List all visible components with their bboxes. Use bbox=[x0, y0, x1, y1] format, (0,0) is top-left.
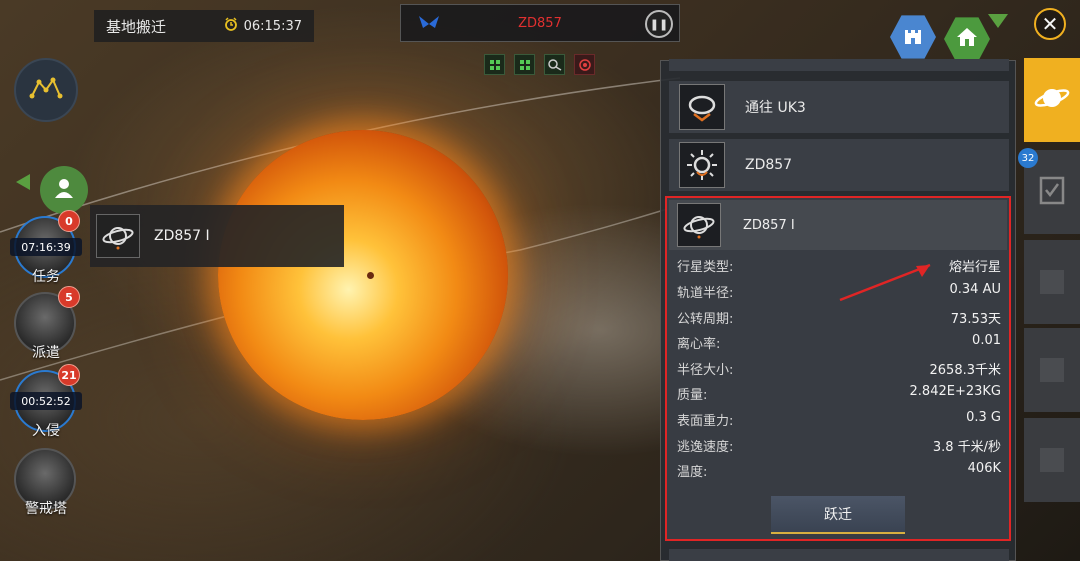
sidebar-item-label: 任务 bbox=[32, 269, 60, 285]
constellation-icon bbox=[29, 74, 63, 106]
status-icons bbox=[484, 54, 595, 75]
attribute-value: 73.53天 bbox=[950, 312, 1001, 327]
attribute-value: 3.8 千米/秒 bbox=[932, 440, 1001, 455]
castle-icon bbox=[902, 24, 924, 50]
close-icon: ✕ bbox=[1041, 12, 1059, 36]
mission-timer: 06:15:37 bbox=[224, 17, 302, 35]
tasks-badge: 32 bbox=[1018, 148, 1038, 168]
pause-icon: ❚❚ bbox=[649, 17, 669, 31]
profile-button[interactable] bbox=[40, 166, 88, 214]
detail-header[interactable]: ZD857 I bbox=[669, 200, 1007, 250]
attribute-value: 0.3 G bbox=[966, 410, 1001, 425]
tab-fleet[interactable] bbox=[1024, 240, 1080, 324]
annotation-arrow bbox=[839, 263, 931, 302]
list-item-star[interactable]: ZD857 bbox=[669, 139, 1009, 191]
system-code: ZD857 bbox=[518, 15, 562, 31]
saturn-icon bbox=[1034, 83, 1070, 117]
sidebar-item-invasion[interactable]: 21 00:52:52 入侵 bbox=[0, 364, 90, 448]
dispatch-badge: 5 bbox=[58, 286, 80, 308]
attribute-value: 406K bbox=[967, 461, 1001, 476]
list-item-label: 通往 UK3 bbox=[745, 100, 806, 116]
attribute-label: 温度: bbox=[677, 465, 708, 480]
attribute-label: 公转周期: bbox=[677, 312, 734, 327]
dropdown-arrow-icon[interactable] bbox=[988, 14, 1008, 28]
sidebar-item-label: 警戒塔 bbox=[25, 501, 67, 517]
list-item-label: ZD857 bbox=[745, 157, 793, 173]
attribute-label: 行星类型: bbox=[677, 260, 734, 275]
attribute-label: 轨道半径: bbox=[677, 286, 734, 301]
attribute-row: 半径大小: 2658.3千米 bbox=[677, 359, 1001, 379]
sidebar-item-label: 入侵 bbox=[32, 423, 60, 439]
star-icon bbox=[679, 142, 725, 188]
pause-button[interactable]: ❚❚ bbox=[645, 10, 673, 38]
stargate-icon bbox=[679, 84, 725, 130]
attribute-label: 表面重力: bbox=[677, 414, 734, 429]
invasion-timer: 00:52:52 bbox=[10, 392, 82, 410]
close-button[interactable]: ✕ bbox=[1034, 8, 1066, 40]
warp-button[interactable]: 跃迁 bbox=[771, 496, 905, 534]
tools-icon bbox=[1040, 448, 1064, 472]
tab-planets[interactable] bbox=[1024, 58, 1080, 142]
detail-planet-name: ZD857 I bbox=[743, 217, 795, 233]
attribute-row: 表面重力: 0.3 G bbox=[677, 410, 1001, 430]
attribute-row: 逃逸速度: 3.8 千米/秒 bbox=[677, 436, 1001, 456]
attribute-value: 0.01 bbox=[972, 333, 1001, 348]
list-item bbox=[669, 549, 1009, 561]
attribute-row: 温度: 406K bbox=[677, 461, 1001, 481]
starmap-button[interactable] bbox=[14, 58, 78, 122]
mission-box[interactable]: 基地搬迁 06:15:37 bbox=[94, 10, 314, 42]
sidebar-item-missions[interactable]: 0 07:16:39 任务 bbox=[0, 210, 90, 294]
attribute-row: 离心率: 0.01 bbox=[677, 333, 1001, 353]
attribute-value: 0.34 AU bbox=[949, 282, 1002, 297]
missions-timer: 07:16:39 bbox=[10, 238, 82, 256]
tab-storage[interactable] bbox=[1024, 328, 1080, 412]
grid-icon[interactable] bbox=[484, 54, 505, 75]
ringed-planet-icon bbox=[677, 203, 721, 247]
planet-marker bbox=[367, 272, 374, 279]
alarm-clock-icon bbox=[224, 17, 238, 35]
user-icon bbox=[52, 176, 76, 204]
corporation-emblem-icon bbox=[417, 14, 441, 36]
attribute-value: 2.842E+23KG bbox=[909, 384, 1001, 399]
missions-badge: 0 bbox=[58, 210, 80, 232]
planet-detail-card: ZD857 I 行星类型: 熔岩行星 轨道半径: 0.34 AU 公转周期: 73.5… bbox=[665, 196, 1011, 541]
attribute-label: 逃逸速度: bbox=[677, 440, 734, 455]
selected-planet-name: ZD857 I bbox=[154, 228, 210, 244]
sidebar-item-watchtower[interactable]: 警戒塔 bbox=[0, 448, 90, 526]
grid-icon[interactable] bbox=[514, 54, 535, 75]
invasion-badge: 21 bbox=[58, 364, 80, 386]
attribute-label: 质量: bbox=[677, 388, 708, 403]
selected-planet-label[interactable]: ZD857 I bbox=[90, 205, 344, 267]
mission-time: 06:15:37 bbox=[243, 18, 302, 34]
mission-title: 基地搬迁 bbox=[106, 17, 167, 36]
sidebar-item-dispatch[interactable]: 5 派遣 bbox=[0, 286, 90, 370]
attribute-label: 半径大小: bbox=[677, 363, 734, 378]
lava-planet[interactable] bbox=[218, 130, 508, 420]
storage-icon bbox=[1040, 358, 1064, 382]
attribute-label: 离心率: bbox=[677, 337, 721, 352]
fleet-icon bbox=[1040, 270, 1064, 294]
checklist-icon bbox=[1038, 175, 1066, 209]
ringed-planet-icon bbox=[96, 214, 140, 258]
attribute-value: 2658.3千米 bbox=[929, 363, 1002, 378]
attribute-value: 熔岩行星 bbox=[948, 260, 1001, 275]
list-item bbox=[669, 59, 1009, 71]
tab-tools[interactable] bbox=[1024, 418, 1080, 502]
expand-arrow-icon[interactable] bbox=[16, 174, 30, 190]
attribute-row: 质量: 2.842E+23KG bbox=[677, 384, 1001, 404]
system-bar: ZD857 ❚❚ bbox=[400, 4, 680, 42]
target-icon[interactable] bbox=[574, 54, 595, 75]
home-icon bbox=[955, 26, 979, 52]
sidebar-item-label: 派遣 bbox=[32, 345, 60, 361]
radar-icon[interactable] bbox=[544, 54, 565, 75]
attribute-row: 公转周期: 73.53天 bbox=[677, 308, 1001, 328]
list-item-gate[interactable]: 通往 UK3 bbox=[669, 81, 1009, 133]
